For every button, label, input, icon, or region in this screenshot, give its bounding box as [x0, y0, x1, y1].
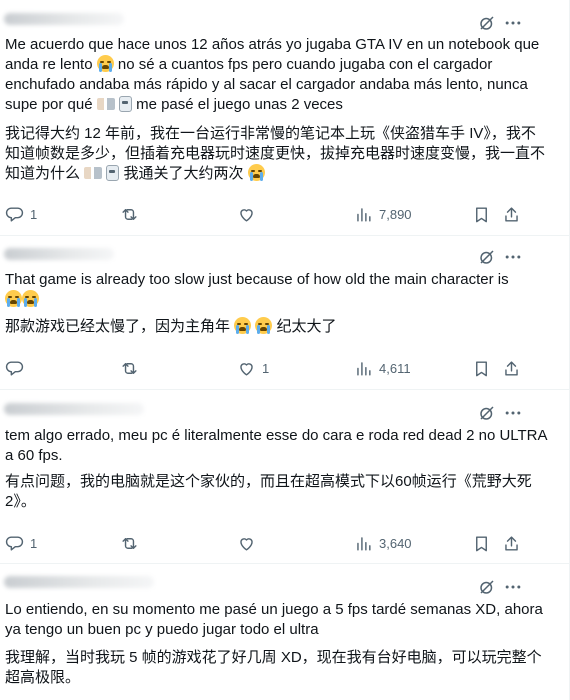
bookmark-icon	[476, 360, 487, 376]
views-button[interactable]: 3,640	[354, 532, 412, 554]
reply-button[interactable]: 1	[5, 203, 37, 225]
reply-button[interactable]	[5, 357, 30, 379]
grok-icon[interactable]	[478, 248, 496, 266]
post-text: Lo entiendo, en su momento me pasé un ju…	[5, 601, 548, 638]
share-button[interactable]	[502, 203, 521, 225]
share-button[interactable]	[502, 532, 521, 554]
loudly-crying-face-emoji	[96, 55, 114, 72]
blurred-username	[4, 576, 154, 588]
blurred-username	[4, 403, 144, 415]
bookmark-icon	[476, 206, 487, 222]
reply-count: 1	[30, 206, 38, 222]
like-count: 1	[262, 360, 270, 376]
repost-icon	[122, 208, 137, 220]
views-count: 4,611	[379, 360, 411, 376]
views-icon	[357, 207, 371, 222]
loudly-crying-face-emoji	[234, 317, 252, 334]
repost-button[interactable]	[120, 532, 145, 554]
loudly-crying-face-emoji	[247, 164, 265, 181]
like-button[interactable]	[237, 532, 262, 554]
robot-emoji	[118, 96, 132, 112]
reply-count: 1	[30, 535, 38, 551]
blurred-username	[4, 13, 124, 25]
post-text: That game is already too slow just becau…	[5, 270, 549, 310]
reply-button[interactable]: 1	[5, 532, 37, 554]
views-icon	[357, 536, 371, 551]
repost-button[interactable]	[120, 357, 145, 379]
bookmark-button[interactable]	[472, 532, 491, 554]
like-icon	[240, 537, 253, 551]
views-button[interactable]: 7,890	[354, 203, 412, 225]
grok-icon[interactable]	[478, 404, 496, 422]
reply-post[interactable]: tem algo errado, meu pc é literalmente e…	[0, 390, 569, 564]
views-count: 3,640	[379, 535, 412, 551]
share-icon	[505, 535, 518, 551]
views-button[interactable]: 4,611	[354, 357, 411, 379]
bookmark-button[interactable]	[472, 203, 491, 225]
loudly-crying-face-emoji	[22, 290, 39, 307]
post-actions: 1 7,890	[0, 203, 569, 225]
more-icon[interactable]	[503, 403, 523, 423]
blurred-username	[4, 248, 114, 260]
post-translation: 有点问题，我的电脑就是这个家伙的，而且在超高模式下以60帧运行《荒野大死2》。	[5, 473, 532, 510]
post-translation: 那款游戏已经太慢了，因为主角年 纪太大了	[5, 317, 337, 335]
reply-post[interactable]: Me acuerdo que hace unos 12 años atrás y…	[0, 0, 569, 236]
repost-icon	[122, 362, 137, 374]
post-text: tem algo errado, meu pc é literalmente e…	[5, 427, 551, 464]
repost-button[interactable]	[120, 203, 145, 225]
loudly-crying-face-emoji	[255, 317, 273, 334]
share-button[interactable]	[502, 357, 521, 379]
reply-post[interactable]: That game is already too slow just becau…	[0, 236, 569, 390]
more-icon[interactable]	[503, 577, 523, 597]
like-icon	[240, 362, 253, 376]
battery-emoji	[96, 98, 115, 110]
post-actions: 1 4,611	[0, 357, 569, 379]
reply-icon	[5, 206, 24, 222]
grok-icon[interactable]	[478, 14, 496, 32]
post-actions: 1 3,640	[0, 532, 569, 554]
post-text: Me acuerdo que hace unos 12 años atrás y…	[5, 36, 544, 113]
robot-emoji	[106, 165, 120, 181]
like-button[interactable]	[237, 203, 262, 225]
like-button[interactable]: 1	[237, 357, 269, 379]
share-icon	[505, 206, 518, 222]
bookmark-button[interactable]	[472, 357, 491, 379]
more-icon[interactable]	[503, 13, 523, 33]
more-icon[interactable]	[503, 247, 523, 267]
battery-emoji	[84, 167, 103, 179]
grok-icon[interactable]	[478, 578, 496, 596]
views-icon	[357, 361, 371, 376]
post-translation: 我理解，当时我玩 5 帧的游戏花了好几周 XD，现在我有台好电脑，可以玩完整个超…	[5, 649, 542, 686]
loudly-crying-face-emoji	[5, 290, 22, 307]
reply-icon	[5, 535, 24, 551]
reply-icon	[5, 360, 24, 376]
repost-icon	[122, 537, 137, 549]
reply-post[interactable]: Lo entiendo, en su momento me pasé un ju…	[0, 564, 569, 700]
share-icon	[505, 360, 518, 376]
like-icon	[240, 208, 253, 222]
bookmark-icon	[476, 535, 487, 551]
post-translation: 我记得大约 12 年前，我在一台运行非常慢的笔记本上玩《侠盗猎车手 IV》，我不…	[5, 125, 546, 182]
views-count: 7,890	[379, 206, 412, 222]
